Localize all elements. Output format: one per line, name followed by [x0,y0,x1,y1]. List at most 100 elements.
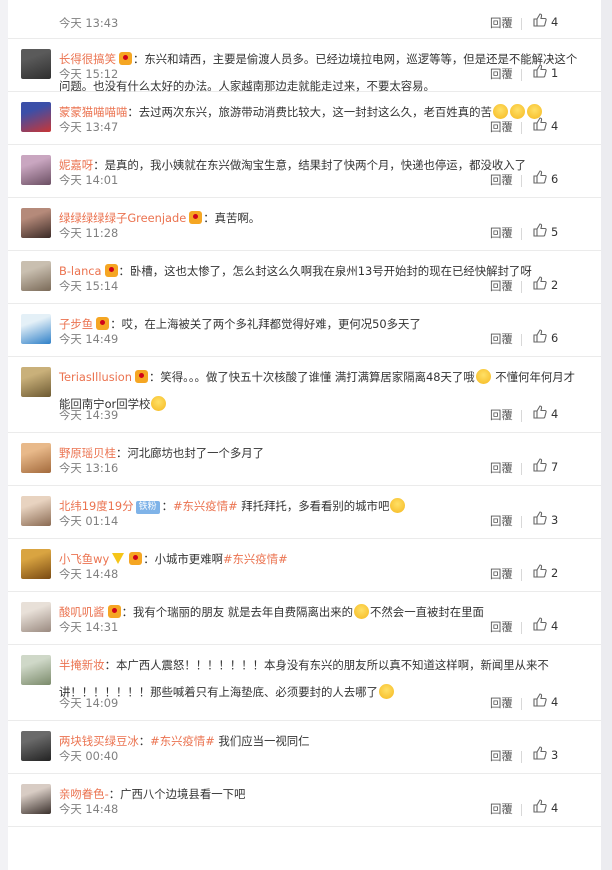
comment-meta: 今天 15:14 回覆 2 [59,276,601,300]
like-button[interactable] [533,329,547,344]
like-button[interactable] [533,799,547,814]
comment-item: 子步鱼 ：哎，在上海被关了两个多礼拜都觉得好难，更何况50多天了 今天 14:49 回… [8,304,601,357]
comment-time: 今天 14:09 [59,696,119,710]
reply-button[interactable]: 回覆 [490,407,513,423]
reply-button[interactable]: 回覆 [490,278,513,294]
reply-button[interactable]: 回覆 [490,225,513,241]
comment-meta: 今天 01:14 回覆 3 [59,511,601,535]
comment-item: 野原瑶贝桂：河北廊坊也封了一个多月了 今天 13:16 回覆 7 [8,433,601,486]
comment-meta: 今天 14:01 回覆 6 [59,170,601,194]
comment-time: 今天 00:40 [59,749,119,763]
username-link[interactable]: TeriasIllusion [59,370,132,384]
scrollbar-track[interactable] [601,0,612,870]
like-button[interactable] [533,405,547,420]
thumbs-up-icon [533,799,547,813]
avatar[interactable] [21,314,51,344]
thumbs-up-icon [533,564,547,578]
like-button[interactable] [533,223,547,238]
reply-button[interactable]: 回覆 [490,695,513,711]
divider [521,463,522,475]
comment-time: 今天 14:49 [59,332,119,346]
comment-item: 蒙蒙猫喵喵喵：去过两次东兴，旅游带动消费比较大，这一封封这么久，老百姓真的苦 今天… [8,92,601,145]
crown-badge-icon [135,370,148,383]
thumbs-up-icon [533,405,547,419]
comment-item: 今天 13:43 回覆 4 [8,0,601,39]
comment-meta: 今天 13:47 回覆 4 [59,117,601,141]
reply-button[interactable]: 回覆 [490,801,513,817]
avatar[interactable] [21,549,51,579]
thumbs-up-icon [533,511,547,525]
like-button[interactable] [533,276,547,291]
thumbs-up-icon [533,693,547,707]
avatar[interactable] [21,102,51,132]
comment-item: 小飞鱼wy ：小城市更难啊#东兴疫情# 今天 14:48 回覆 2 [8,539,601,592]
comment-meta: 今天 13:43 回覆 4 [59,13,601,37]
like-button[interactable] [533,458,547,473]
like-count: 5 [551,225,559,239]
comment-item: TeriasIllusion ：笑得。。。做了快五十次核酸了谁懂 满打满算居家隔离… [8,357,601,433]
avatar[interactable] [21,731,51,761]
like-count: 1 [551,66,559,80]
like-count: 3 [551,513,559,527]
reply-button[interactable]: 回覆 [490,172,513,188]
avatar[interactable] [21,602,51,632]
comment-meta: 今天 14:09 回覆 4 [59,693,601,717]
divider [521,175,522,187]
like-button[interactable] [533,64,547,79]
like-button[interactable] [533,117,547,132]
thumbs-up-icon [533,64,547,78]
reply-button[interactable]: 回覆 [490,66,513,82]
reply-button[interactable]: 回覆 [490,15,513,31]
comment-meta: 今天 15:12 回覆 1 [59,64,601,88]
username-link[interactable]: 半掩新妆 [59,658,105,672]
comment-meta: 今天 14:48 回覆 2 [59,564,601,588]
avatar[interactable] [21,655,51,685]
divider [521,410,522,422]
like-button[interactable] [533,617,547,632]
like-count: 3 [551,748,559,762]
reply-button[interactable]: 回覆 [490,513,513,529]
avatar[interactable] [21,155,51,185]
comment-item: 亲吻眷色-：广西八个边境县看一下吧 今天 14:48 回覆 4 [8,774,601,827]
comment-meta: 今天 00:40 回覆 3 [59,746,601,770]
divider [521,122,522,134]
comment-time: 今天 14:48 [59,567,119,581]
reply-button[interactable]: 回覆 [490,460,513,476]
like-button[interactable] [533,693,547,708]
comment-item: 绿绿绿绿绿子Greenjade ：真苦啊。 今天 11:28 回覆 5 [8,198,601,251]
like-button[interactable] [533,746,547,761]
emoji-icon [475,369,491,384]
like-button[interactable] [533,511,547,526]
like-count: 4 [551,407,559,421]
reply-button[interactable]: 回覆 [490,119,513,135]
like-count: 6 [551,172,559,186]
comment-meta: 今天 14:31 回覆 4 [59,617,601,641]
avatar[interactable] [21,261,51,291]
thumbs-up-icon [533,117,547,131]
comment-item: 酸叽叽酱 ：我有个瑞丽的朋友 就是去年自费隔离出来的 不然会一直被封在里面 今天 14… [8,592,601,645]
avatar[interactable] [21,49,51,79]
divider [521,18,522,30]
avatar[interactable] [21,784,51,814]
like-count: 4 [551,15,559,29]
reply-button[interactable]: 回覆 [490,566,513,582]
reply-button[interactable]: 回覆 [490,748,513,764]
comment-time: 今天 14:48 [59,802,119,816]
avatar[interactable] [21,367,51,397]
like-count: 4 [551,695,559,709]
comment-time: 今天 13:16 [59,461,119,475]
comment-time: 今天 01:14 [59,514,119,528]
comment-meta: 今天 13:16 回覆 7 [59,458,601,482]
comment-meta: 今天 14:49 回覆 6 [59,329,601,353]
avatar[interactable] [21,496,51,526]
avatar[interactable] [21,208,51,238]
divider [521,804,522,816]
reply-button[interactable]: 回覆 [490,331,513,347]
avatar[interactable] [21,443,51,473]
like-button[interactable] [533,170,547,185]
like-button[interactable] [533,564,547,579]
reply-button[interactable]: 回覆 [490,619,513,635]
comment-time: 今天 13:47 [59,120,119,134]
like-count: 2 [551,566,559,580]
like-button[interactable] [533,13,547,28]
